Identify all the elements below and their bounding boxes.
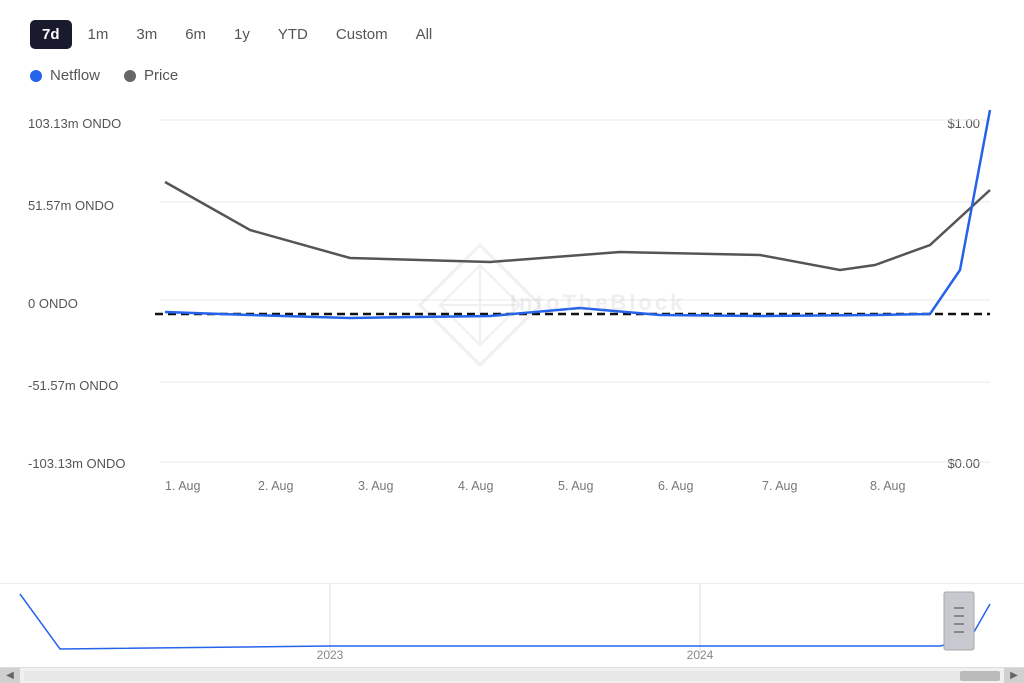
y-label-zero-left: 0 ONDO <box>28 296 78 311</box>
x-label-5aug: 5. Aug <box>558 479 593 493</box>
y-label-top-left: 103.13m ONDO <box>28 116 121 131</box>
price-line <box>165 182 990 270</box>
price-legend-item: Price <box>124 67 178 84</box>
y-label-bottom-right: $0.00 <box>947 456 980 471</box>
time-btn-1m[interactable]: 1m <box>76 20 121 49</box>
x-label-7aug: 7. Aug <box>762 479 797 493</box>
mini-year-2024: 2024 <box>687 648 714 662</box>
netflow-line <box>165 110 990 318</box>
netflow-legend-label: Netflow <box>50 67 100 84</box>
price-legend-dot <box>124 70 136 82</box>
time-btn-1y[interactable]: 1y <box>222 20 262 49</box>
time-btn-7d[interactable]: 7d <box>30 20 72 49</box>
scroll-left-arrow[interactable]: ◀ <box>0 668 20 683</box>
y-label-bottom-left: -103.13m ONDO <box>28 456 126 471</box>
x-label-4aug: 4. Aug <box>458 479 493 493</box>
chart-area: 103.13m ONDO 51.57m ONDO 0 ONDO -51.57m … <box>0 90 1024 583</box>
mini-bg <box>0 584 1024 668</box>
y-label-mid-upper-left: 51.57m ONDO <box>28 198 114 213</box>
mini-drag-handle[interactable] <box>944 592 974 650</box>
time-btn-all[interactable]: All <box>404 20 445 49</box>
netflow-legend-dot <box>30 70 42 82</box>
scroll-right-arrow[interactable]: ▶ <box>1004 668 1024 683</box>
scrollbar-track[interactable] <box>24 671 1000 681</box>
legend: Netflow Price <box>0 59 1024 90</box>
x-label-2aug: 2. Aug <box>258 479 293 493</box>
time-range-bar: 7d1m3m6m1yYTDCustomAll <box>0 0 1024 59</box>
price-legend-label: Price <box>144 67 178 84</box>
x-label-3aug: 3. Aug <box>358 479 393 493</box>
mini-chart-svg: 2023 2024 <box>0 584 1024 668</box>
x-label-1aug: 1. Aug <box>165 479 200 493</box>
time-btn-3m[interactable]: 3m <box>124 20 169 49</box>
y-label-mid-lower-left: -51.57m ONDO <box>28 378 118 393</box>
time-btn-custom[interactable]: Custom <box>324 20 400 49</box>
x-label-8aug: 8. Aug <box>870 479 905 493</box>
watermark-text: IntoTheBlock <box>510 290 685 315</box>
main-container: 7d1m3m6m1yYTDCustomAll Netflow Price 103… <box>0 0 1024 683</box>
y-label-top-right: $1.00 <box>947 116 980 131</box>
mini-chart-container: 2023 2024 ◀ ▶ <box>0 583 1024 683</box>
scrollbar-thumb[interactable] <box>960 671 1000 681</box>
x-label-6aug: 6. Aug <box>658 479 693 493</box>
mini-scrollbar: ◀ ▶ <box>0 667 1024 683</box>
time-btn-6m[interactable]: 6m <box>173 20 218 49</box>
netflow-legend-item: Netflow <box>30 67 100 84</box>
mini-year-2023: 2023 <box>317 648 344 662</box>
main-chart-svg: 103.13m ONDO 51.57m ONDO 0 ONDO -51.57m … <box>0 90 1024 520</box>
time-btn-ytd[interactable]: YTD <box>266 20 320 49</box>
